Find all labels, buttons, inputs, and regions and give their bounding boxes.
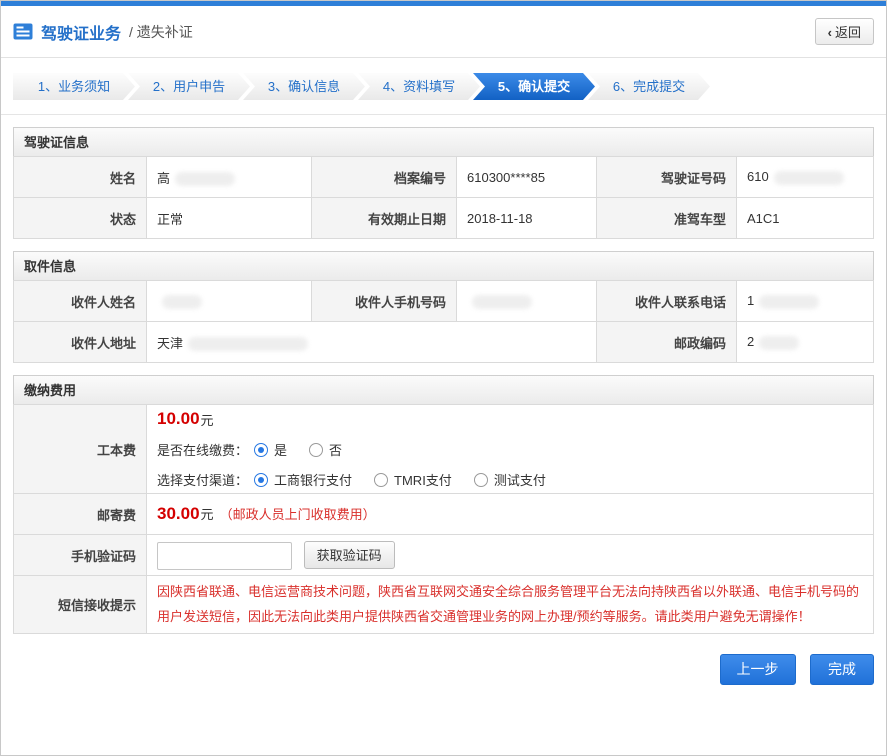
table-row: 姓名 高 档案编号 610300****85 驾驶证号码 610 (14, 157, 874, 198)
postage-unit: 元 (201, 507, 214, 522)
radio-online-pay-no[interactable]: 否 (309, 440, 342, 459)
table-row: 手机验证码 获取验证码 (14, 535, 874, 576)
pay-channel-line: 选择支付渠道： 工商银行支付 TMRI支付 测试支付 (157, 470, 863, 489)
recipient-name-value (147, 281, 312, 322)
footer-actions: 上一步 完成 (13, 654, 874, 685)
cost-amount-line: 10.00 元 (157, 409, 863, 429)
get-sms-code-button[interactable]: 获取验证码 (304, 541, 395, 569)
table-row: 短信接收提示 因陕西省联通、电信运营商技术问题，陕西省互联网交通安全综合服务管理… (14, 576, 874, 634)
table-row: 工本费 10.00 元 是否在线缴费： 是 否 (14, 405, 874, 494)
license-number-label: 驾驶证号码 (597, 157, 737, 198)
file-number-value: 610300****85 (457, 157, 597, 198)
name-value: 高 (147, 157, 312, 198)
radio-channel-tmri[interactable]: TMRI支付 (374, 470, 452, 489)
radio-icon (254, 443, 268, 457)
name-label: 姓名 (14, 157, 147, 198)
page: 驾驶证业务 / 遗失补证 ‹返回 1、业务须知 2、用户申告 3、确认信息 4、… (0, 0, 887, 756)
cost-fee-value: 10.00 元 是否在线缴费： 是 否 (147, 405, 874, 494)
pickup-info-section: 取件信息 收件人姓名 收件人手机号码 收件人联系电话 1 收件人地址 天津 邮政… (13, 251, 874, 363)
step-6-complete-submit[interactable]: 6、完成提交 (588, 73, 710, 100)
header: 驾驶证业务 / 遗失补证 ‹返回 (1, 6, 886, 58)
postage-fee-label: 邮寄费 (14, 494, 147, 535)
license-number-value: 610 (737, 157, 874, 198)
postcode-label: 邮政编码 (597, 322, 737, 363)
postage-amount: 30.00 (157, 504, 200, 523)
recipient-mobile-value (457, 281, 597, 322)
radio-channel-icbc[interactable]: 工商银行支付 (254, 470, 352, 489)
online-pay-label: 是否在线缴费： (157, 440, 248, 459)
previous-step-button[interactable]: 上一步 (720, 654, 796, 685)
redacted-text (759, 295, 819, 309)
vehicle-class-label: 准驾车型 (597, 198, 737, 239)
step-wizard: 1、业务须知 2、用户申告 3、确认信息 4、资料填写 5、确认提交 6、完成提… (1, 58, 886, 115)
sms-code-cell: 获取验证码 (147, 535, 874, 576)
table-row: 收件人姓名 收件人手机号码 收件人联系电话 1 (14, 281, 874, 322)
redacted-text (188, 337, 308, 351)
step-4-fill-data[interactable]: 4、资料填写 (358, 73, 480, 100)
license-info-section-title: 驾驶证信息 (13, 127, 874, 157)
step-3-confirm-info[interactable]: 3、确认信息 (243, 73, 365, 100)
status-value: 正常 (147, 198, 312, 239)
vehicle-class-value: A1C1 (737, 198, 874, 239)
payment-fee-table: 工本费 10.00 元 是否在线缴费： 是 否 (13, 404, 874, 634)
step-2-user-declaration[interactable]: 2、用户申告 (128, 73, 250, 100)
step-1-business-notice[interactable]: 1、业务须知 (13, 73, 135, 100)
payment-fee-section-title: 缴纳费用 (13, 375, 874, 405)
radio-icon (309, 443, 323, 457)
postage-fee-value: 30.00元 （邮政人员上门收取费用） (147, 494, 874, 535)
chevron-left-icon: ‹ (828, 25, 832, 40)
sms-code-input[interactable] (157, 542, 292, 570)
recipient-mobile-label: 收件人手机号码 (312, 281, 457, 322)
radio-icon (474, 473, 488, 487)
recipient-name-label: 收件人姓名 (14, 281, 147, 322)
redacted-text (472, 295, 532, 309)
redacted-text (774, 171, 844, 185)
finish-button[interactable]: 完成 (810, 654, 874, 685)
license-info-table: 姓名 高 档案编号 610300****85 驾驶证号码 610 状态 正常 有… (13, 156, 874, 239)
status-label: 状态 (14, 198, 147, 239)
step-5-confirm-submit[interactable]: 5、确认提交 (473, 73, 595, 100)
recipient-address-label: 收件人地址 (14, 322, 147, 363)
online-pay-line: 是否在线缴费： 是 否 (157, 440, 863, 459)
sms-notice-text: 因陕西省联通、电信运营商技术问题，陕西省互联网交通安全综合服务管理平台无法向持陕… (157, 580, 863, 629)
license-info-section: 驾驶证信息 姓名 高 档案编号 610300****85 驾驶证号码 610 状… (13, 127, 874, 239)
sms-code-label: 手机验证码 (14, 535, 147, 576)
page-title: 驾驶证业务 (41, 20, 121, 44)
cost-fee-label: 工本费 (14, 405, 147, 494)
expiry-date-label: 有效期止日期 (312, 198, 457, 239)
breadcrumb: / 遗失补证 (129, 22, 193, 42)
radio-online-pay-yes[interactable]: 是 (254, 440, 287, 459)
pay-channel-label: 选择支付渠道： (157, 470, 248, 489)
sms-tip-cell: 因陕西省联通、电信运营商技术问题，陕西省互联网交通安全综合服务管理平台无法向持陕… (147, 576, 874, 634)
recipient-phone-value: 1 (737, 281, 874, 322)
file-number-label: 档案编号 (312, 157, 457, 198)
pickup-info-section-title: 取件信息 (13, 251, 874, 281)
postage-note: （邮政人员上门收取费用） (220, 507, 376, 522)
sms-tip-label: 短信接收提示 (14, 576, 147, 634)
cost-amount: 10.00 (157, 409, 200, 429)
table-row: 状态 正常 有效期止日期 2018-11-18 准驾车型 A1C1 (14, 198, 874, 239)
table-row: 邮寄费 30.00元 （邮政人员上门收取费用） (14, 494, 874, 535)
cost-unit: 元 (201, 410, 214, 429)
redacted-text (175, 172, 235, 186)
postcode-value: 2 (737, 322, 874, 363)
table-row: 收件人地址 天津 邮政编码 2 (14, 322, 874, 363)
expiry-date-value: 2018-11-18 (457, 198, 597, 239)
redacted-text (162, 295, 202, 309)
business-list-icon (13, 23, 33, 40)
payment-fee-section: 缴纳费用 工本费 10.00 元 是否在线缴费： 是 (13, 375, 874, 634)
back-button[interactable]: ‹返回 (815, 18, 874, 45)
radio-icon (374, 473, 388, 487)
recipient-phone-label: 收件人联系电话 (597, 281, 737, 322)
radio-icon (254, 473, 268, 487)
pickup-info-table: 收件人姓名 收件人手机号码 收件人联系电话 1 收件人地址 天津 邮政编码 2 (13, 280, 874, 363)
recipient-address-value: 天津 (147, 322, 597, 363)
redacted-text (759, 336, 799, 350)
radio-channel-test[interactable]: 测试支付 (474, 470, 546, 489)
